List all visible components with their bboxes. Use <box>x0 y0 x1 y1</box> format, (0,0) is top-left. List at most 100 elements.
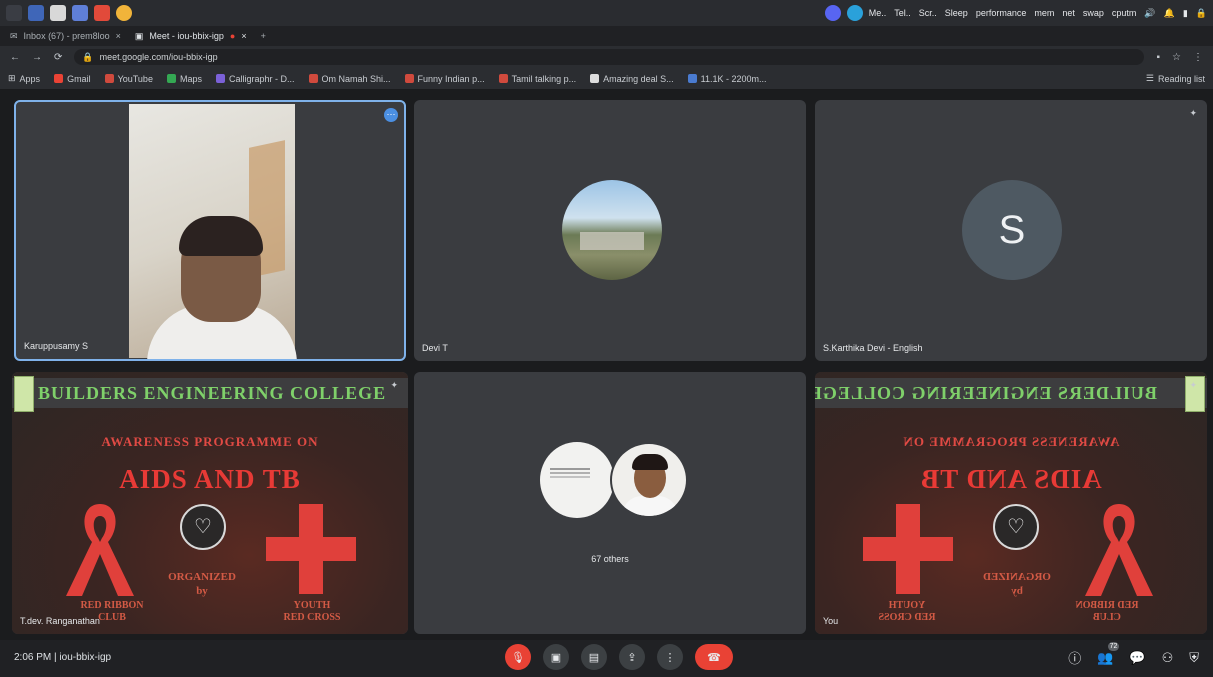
participant-tile[interactable]: ✦ S S.Karthika Devi - English <box>815 100 1207 361</box>
tray-item[interactable]: Tel.. <box>894 8 911 18</box>
forward-icon[interactable]: → <box>32 52 42 63</box>
browser-icon[interactable] <box>94 5 110 21</box>
pin-icon[interactable]: ✦ <box>1189 108 1197 119</box>
tab-label: Meet - iou-bbix-igp <box>149 31 224 41</box>
participant-tile[interactable]: Devi T <box>414 100 806 361</box>
tab-meet[interactable]: ▣ Meet - iou-bbix-igp ● × <box>135 31 247 42</box>
window-list-icon[interactable] <box>28 5 44 21</box>
address-bar[interactable]: 🔒 meet.google.com/iou-bbix-igp <box>74 49 1145 65</box>
battery-icon[interactable]: ▮ <box>1183 8 1188 19</box>
by-text: by <box>196 585 208 597</box>
meeting-code[interactable]: iou-bbix-igp <box>59 652 111 663</box>
microphone-off-button[interactable]: 🎙 <box>505 644 531 670</box>
star-icon[interactable]: ☆ <box>1172 52 1181 63</box>
side-panel-controls: ⓘ 👥 72 💬 ⚇ ⛨ <box>1068 641 1199 667</box>
awareness-title: AWARENESS PROGRAMME ON <box>902 434 1120 449</box>
extensions-icon[interactable]: ⋮ <box>1193 52 1203 63</box>
others-count: 67 others <box>591 554 629 564</box>
status-text: performance <box>975 8 1027 18</box>
bookmark-gmail[interactable]: Gmail <box>54 74 91 84</box>
participant-tile-group[interactable]: 67 others <box>414 372 806 634</box>
close-icon[interactable]: × <box>241 31 246 41</box>
terminal-icon[interactable] <box>72 5 88 21</box>
more-options-icon[interactable]: ⋯ <box>384 108 398 122</box>
new-tab-icon[interactable]: + <box>261 31 266 41</box>
captions-button[interactable]: ▤ <box>581 644 607 670</box>
tab-inbox[interactable]: ✉ Inbox (67) - prem8loo × <box>10 31 121 42</box>
discord-icon[interactable] <box>824 5 841 21</box>
chrome-icon[interactable] <box>116 5 132 21</box>
handshake-icon: ♡ <box>993 504 1039 550</box>
bookmark-label: Calligraphr - D... <box>228 73 295 84</box>
participant-video <box>129 104 297 359</box>
reload-icon[interactable]: ⟳ <box>54 52 62 63</box>
end-call-icon: ☎ <box>707 651 721 664</box>
files-icon[interactable] <box>50 5 66 21</box>
red-ribbon-icon <box>1085 504 1153 596</box>
bookmark-11k[interactable]: 11.1K - 2200m... <box>687 74 767 84</box>
red-cross-icon <box>863 504 953 594</box>
bookmark-youtube[interactable]: YouTube <box>104 74 153 84</box>
handshake-icon: ♡ <box>180 504 226 550</box>
tray-item[interactable]: Me.. <box>869 8 887 18</box>
tray-item[interactable]: cputm <box>1112 8 1137 18</box>
participants-count: 72 <box>1107 641 1120 651</box>
system-menu-icon[interactable] <box>6 5 22 21</box>
info-icon[interactable]: ⓘ <box>1068 648 1081 667</box>
presentation-banner: BUILDERS ENGINEERING COLLEGE AWARENESS P… <box>815 372 1207 634</box>
participant-tile[interactable]: BUILDERS ENGINEERING COLLEGE AWARENESS P… <box>12 372 408 634</box>
organized-text: ORGANIZED <box>168 571 236 583</box>
bookmark-funny[interactable]: Funny Indian p... <box>404 74 485 84</box>
youth-red-cross-label: YOUTH RED CROSS <box>847 600 967 624</box>
avatar: S <box>962 180 1062 280</box>
red-cross-text: RED CROSS <box>283 612 341 623</box>
bookmark-om-namah[interactable]: Om Namah Shi... <box>308 74 391 84</box>
youtube-icon <box>104 74 114 83</box>
topic-title: AIDS AND TB <box>119 464 301 494</box>
tray-item[interactable]: net <box>1062 8 1075 18</box>
campus-photo <box>580 232 644 250</box>
camera-button[interactable]: ▣ <box>543 644 569 670</box>
lock-icon[interactable]: 🔒 <box>1196 8 1207 19</box>
camera-indicator-icon[interactable]: ▪ <box>1156 52 1160 63</box>
club-text: CLUB <box>98 612 126 623</box>
bookmark-apps[interactable]: ⊞ Apps <box>8 73 40 84</box>
organized-text: ORGANIZED <box>983 571 1051 583</box>
lock-icon: 🔒 <box>82 51 94 62</box>
host-controls-icon[interactable]: ⛨ <box>1189 650 1199 666</box>
back-icon[interactable]: ← <box>10 52 20 63</box>
tray-item[interactable]: Sleep <box>945 8 968 18</box>
chat-icon[interactable]: 💬 <box>1129 650 1145 666</box>
participant-tile-self[interactable]: BUILDERS ENGINEERING COLLEGE AWARENESS P… <box>815 372 1207 634</box>
pin-icon[interactable]: ✦ <box>390 380 398 391</box>
bookmark-label: Tamil talking p... <box>511 73 577 84</box>
close-icon[interactable]: × <box>116 31 121 41</box>
red-ribbon-club-label: RED RIBBON CLUB <box>1047 600 1167 624</box>
people-icon: 👥 <box>1097 649 1114 665</box>
activities-icon[interactable]: ⚇ <box>1162 650 1174 666</box>
bookmark-tamil[interactable]: Tamil talking p... <box>498 73 577 84</box>
people-button[interactable]: 👥 72 <box>1097 641 1120 666</box>
reading-list-icon: ☰ <box>1145 73 1154 83</box>
notification-bell-icon[interactable]: 🔔 <box>1164 8 1175 19</box>
tray-item[interactable]: swap <box>1083 8 1104 18</box>
bookmark-maps[interactable]: Maps <box>166 74 202 84</box>
reading-list[interactable]: ☰ Reading list <box>1146 73 1205 84</box>
telegram-icon[interactable] <box>846 5 863 21</box>
present-button[interactable]: ⇪ <box>619 644 645 670</box>
tray-item[interactable]: Scr.. <box>919 8 937 18</box>
bookmark-calligraphr[interactable]: Calligraphr - D... <box>215 73 295 84</box>
bookmark-amazing[interactable]: Amazing deal S... <box>590 74 674 84</box>
end-call-button[interactable]: ☎ <box>695 644 733 670</box>
more-options-button[interactable]: ⋮ <box>657 644 683 670</box>
present-icon: ⇪ <box>627 651 637 664</box>
participant-tile[interactable]: ⋯ Karuppusamy S <box>14 100 406 361</box>
by-text: by <box>1011 585 1023 597</box>
volume-icon[interactable]: 🔊 <box>1144 8 1155 19</box>
tab-label: Inbox (67) - prem8loo <box>23 31 110 41</box>
participant-name: Karuppusamy S <box>24 341 89 351</box>
youth-text: YOUTH <box>888 600 926 611</box>
tray-item[interactable]: mem <box>1034 8 1054 18</box>
presentation-banner: BUILDERS ENGINEERING COLLEGE AWARENESS P… <box>12 372 408 634</box>
pin-icon[interactable]: ✦ <box>1189 380 1197 391</box>
